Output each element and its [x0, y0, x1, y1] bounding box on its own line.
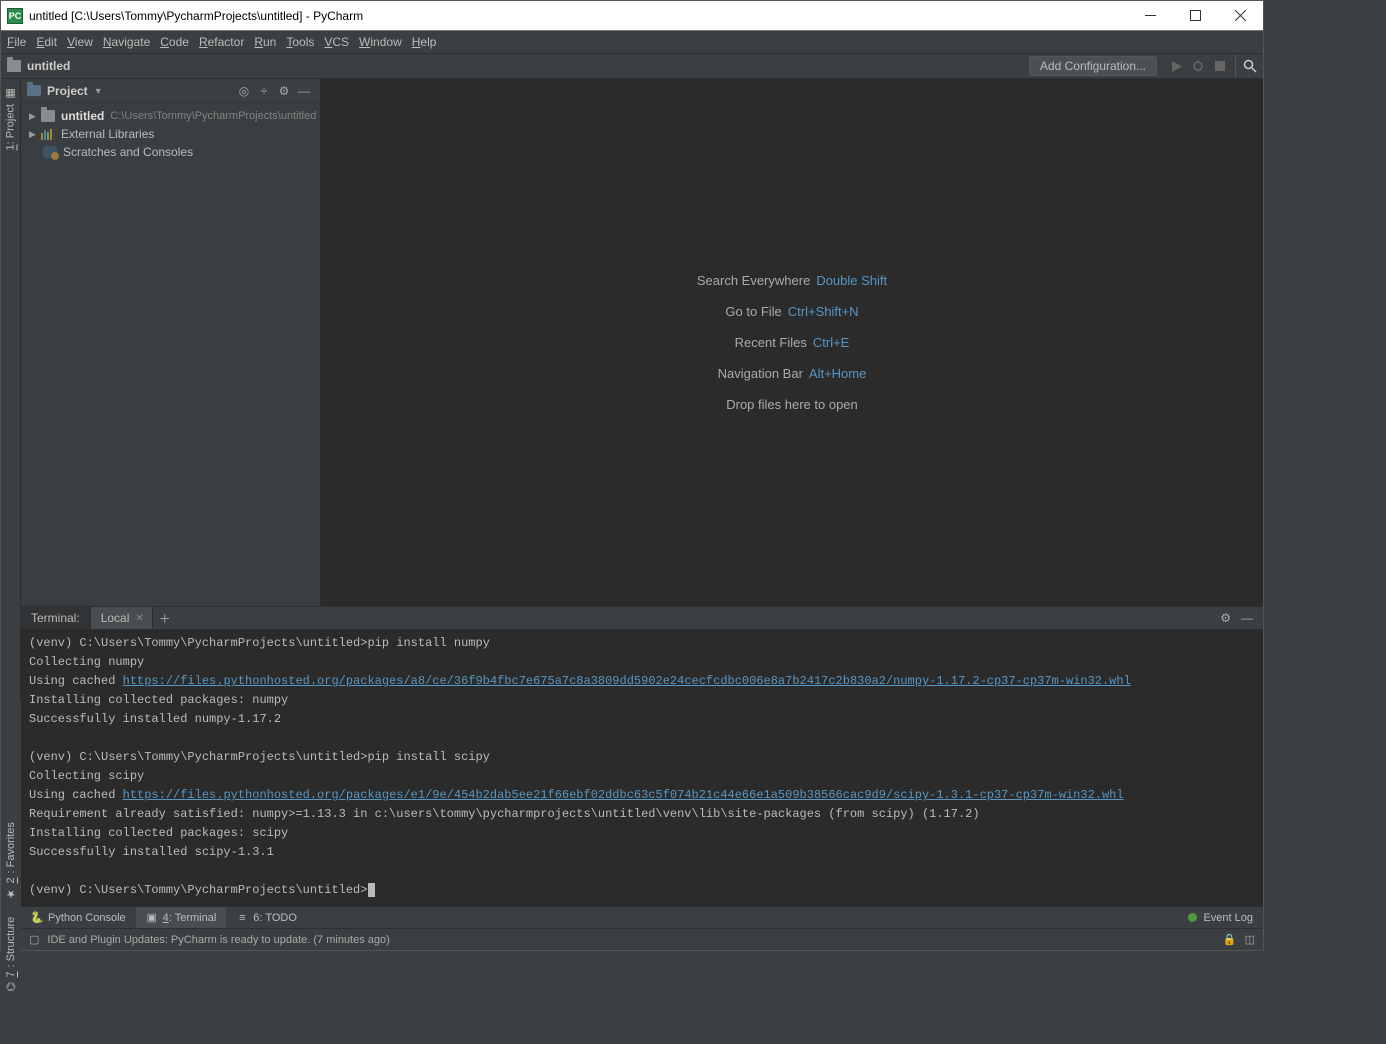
- minimize-button[interactable]: [1128, 1, 1173, 30]
- editor-hint: Navigation BarAlt+Home: [718, 366, 867, 381]
- menu-run[interactable]: Run: [254, 35, 276, 49]
- project-dropdown[interactable]: Project: [47, 84, 88, 98]
- menu-navigate[interactable]: Navigate: [103, 35, 150, 49]
- terminal-tabbar: Terminal: Local ✕ ＋ ⚙ —: [21, 607, 1263, 630]
- editor-empty-state: Search EverywhereDouble Shift Go to FileC…: [321, 79, 1263, 606]
- terminal-link[interactable]: https://files.pythonhosted.org/packages/…: [123, 788, 1124, 802]
- menu-vcs[interactable]: VCS: [324, 35, 349, 49]
- editor-hint: Recent FilesCtrl+E: [735, 335, 850, 350]
- breadcrumb[interactable]: untitled: [27, 59, 70, 73]
- locate-icon[interactable]: ◎: [234, 84, 254, 98]
- tree-label: untitled: [61, 109, 104, 123]
- project-icon: [27, 85, 41, 96]
- breadcrumb-toolbar: untitled Add Configuration...: [1, 54, 1263, 79]
- tree-label: External Libraries: [61, 127, 154, 141]
- terminal-tab[interactable]: ▣ 4: Terminal: [136, 907, 227, 928]
- menu-refactor[interactable]: Refactor: [199, 35, 244, 49]
- stop-icon[interactable]: [1209, 55, 1231, 77]
- menubar: File Edit View Navigate Code Refactor Run Tools…: [1, 31, 1263, 54]
- tab-label: Python Console: [48, 912, 126, 924]
- debug-icon[interactable]: [1187, 55, 1209, 77]
- hide-icon[interactable]: —: [1241, 611, 1253, 625]
- todo-icon: ≡: [236, 912, 248, 924]
- hide-icon[interactable]: —: [294, 84, 314, 98]
- close-button[interactable]: [1218, 1, 1263, 30]
- project-sidebar: Project ▼ ◎ ÷ ⚙ — ▶ untitled C:\Use: [21, 79, 321, 606]
- tree-node-external-libraries[interactable]: ▶ External Libraries: [21, 125, 320, 143]
- project-sidebar-header: Project ▼ ◎ ÷ ⚙ —: [21, 79, 320, 103]
- menu-window[interactable]: Window: [359, 35, 402, 49]
- python-icon: 🐍: [31, 912, 43, 924]
- menu-help[interactable]: Help: [412, 35, 437, 49]
- tree-path: C:\Users\Tommy\PycharmProjects\untitled: [110, 110, 316, 122]
- terminal-icon: ▣: [146, 912, 158, 924]
- tree-label: Scratches and Consoles: [63, 145, 193, 159]
- terminal-tab-label: Local: [101, 611, 130, 625]
- editor-hint: Go to FileCtrl+Shift+N: [725, 304, 858, 319]
- tree-node-project[interactable]: ▶ untitled C:\Users\Tommy\PycharmProject…: [21, 107, 320, 125]
- menu-edit[interactable]: Edit: [36, 35, 57, 49]
- panels-icon[interactable]: ◫: [1245, 933, 1255, 946]
- menu-view[interactable]: View: [67, 35, 93, 49]
- event-log-tab[interactable]: Event Log: [1188, 912, 1263, 924]
- terminal-panel: Terminal: Local ✕ ＋ ⚙ — (venv) C:\Users\…: [21, 606, 1263, 906]
- chevron-right-icon[interactable]: ▶: [29, 111, 39, 122]
- notification-dot-icon: [1188, 913, 1197, 922]
- menu-code[interactable]: Code: [160, 35, 189, 49]
- gear-icon[interactable]: ⚙: [274, 84, 294, 98]
- statusbar: ▢ IDE and Plugin Updates: PyCharm is rea…: [21, 928, 1263, 950]
- window-title: untitled [C:\Users\Tommy\PycharmProjects…: [29, 9, 1128, 23]
- tab-label: 4: Terminal: [163, 912, 217, 924]
- run-icon[interactable]: [1165, 55, 1187, 77]
- terminal-title: Terminal:: [21, 607, 91, 629]
- chevron-down-icon: ▼: [94, 86, 103, 96]
- menu-file[interactable]: File: [7, 35, 26, 49]
- close-icon[interactable]: ✕: [135, 613, 143, 624]
- todo-tab[interactable]: ≡ 6: TODO: [226, 907, 307, 928]
- tree-node-scratches[interactable]: Scratches and Consoles: [21, 143, 320, 161]
- gear-icon[interactable]: ⚙: [1220, 611, 1231, 625]
- project-tree[interactable]: ▶ untitled C:\Users\Tommy\PycharmProject…: [21, 103, 320, 165]
- terminal-output[interactable]: (venv) C:\Users\Tommy\PycharmProjects\un…: [21, 630, 1263, 906]
- chevron-right-icon[interactable]: ▶: [29, 129, 39, 140]
- search-icon[interactable]: [1235, 55, 1257, 77]
- lock-icon[interactable]: 🔒: [1223, 933, 1237, 946]
- status-message: IDE and Plugin Updates: PyCharm is ready…: [47, 934, 389, 946]
- python-console-tab[interactable]: 🐍 Python Console: [21, 907, 136, 928]
- tab-label: 6: TODO: [253, 912, 297, 924]
- main-area: 1: Project ▦ Project ▼ ◎ ÷ ⚙ —: [1, 79, 1263, 950]
- titlebar: PC untitled [C:\Users\Tommy\PycharmProje…: [1, 1, 1263, 31]
- app-icon: PC: [7, 8, 23, 24]
- favorites-toolwindow-tab[interactable]: ★ 2: Favorites: [1, 814, 21, 908]
- status-icon: ▢: [29, 933, 39, 946]
- structure-toolwindow-tab[interactable]: ⌬ 7: Structure: [1, 909, 21, 999]
- pycharm-window: PC untitled [C:\Users\Tommy\PycharmProje…: [0, 0, 1264, 951]
- maximize-button[interactable]: [1173, 1, 1218, 30]
- left-gutter-bottom: ★ 2: Favorites ⌬ 7: Structure: [1, 699, 21, 999]
- folder-icon: [41, 110, 55, 122]
- terminal-link[interactable]: https://files.pythonhosted.org/packages/…: [123, 674, 1131, 688]
- new-terminal-button[interactable]: ＋: [153, 610, 177, 627]
- add-configuration-button[interactable]: Add Configuration...: [1029, 56, 1157, 76]
- editor-hint: Search EverywhereDouble Shift: [697, 273, 887, 288]
- bottom-toolbar: 🐍 Python Console ▣ 4: Terminal ≡ 6: TODO…: [21, 906, 1263, 928]
- scratches-icon: [43, 146, 57, 158]
- folder-icon: [7, 60, 21, 72]
- project-toolwindow-tab[interactable]: 1: Project ▦: [1, 79, 20, 158]
- editor-hint: Drop files here to open: [726, 397, 858, 412]
- terminal-tab-local[interactable]: Local ✕: [91, 607, 153, 629]
- collapse-icon[interactable]: ÷: [254, 84, 274, 98]
- libraries-icon: [41, 129, 55, 140]
- tab-label: Event Log: [1203, 912, 1253, 924]
- menu-tools[interactable]: Tools: [286, 35, 314, 49]
